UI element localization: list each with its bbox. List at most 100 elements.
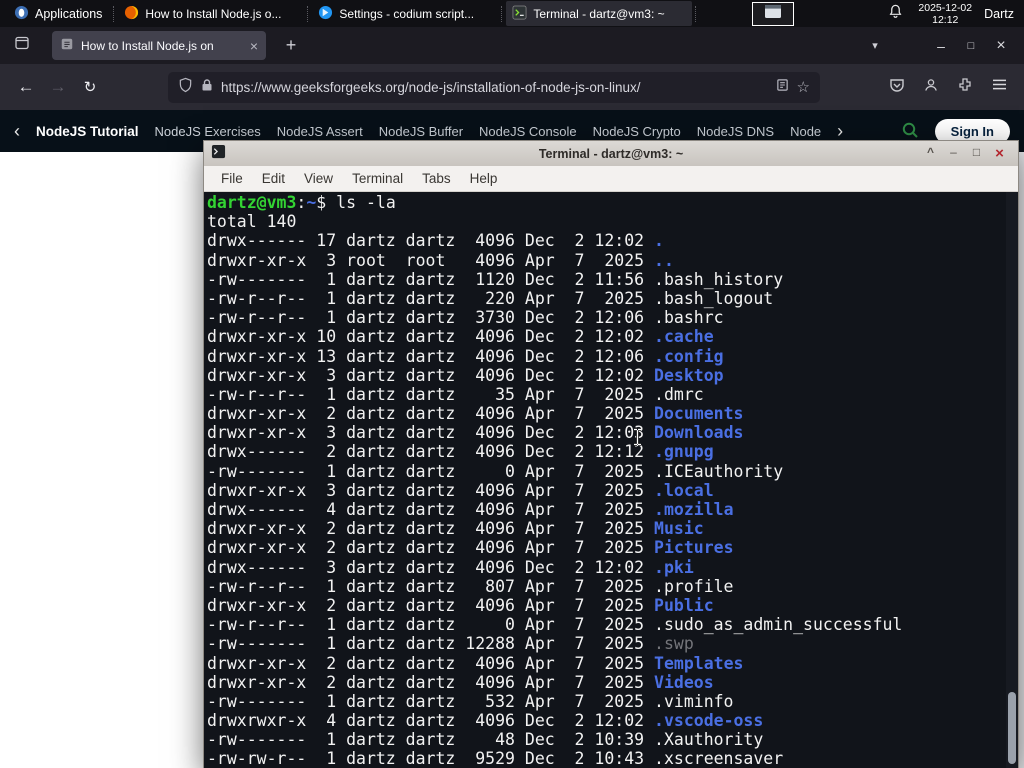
terminal-line: drwxr-xr-x 2 dartz dartz 4096 Apr 7 2025… (207, 672, 714, 692)
pocket-button[interactable] (882, 72, 912, 102)
applications-menu-button[interactable]: Applications (6, 0, 110, 27)
terminal-output: dartz@vm3:~$ ls -la total 140 drwx------ 1… (207, 193, 902, 768)
tab-bar: How to Install Node.js on × + ▾ – □ × (0, 27, 1024, 64)
terminal-content[interactable]: dartz@vm3:~$ ls -la total 140 drwx------ 1… (204, 192, 1018, 768)
terminal-maximize-button[interactable]: □ (965, 145, 988, 162)
terminal-line: drwx------ 2 dartz dartz 4096 Dec 2 12:1… (207, 442, 714, 462)
terminal-line: drwxr-xr-x 2 dartz dartz 4096 Apr 7 2025… (207, 519, 704, 539)
back-button[interactable]: ← (10, 77, 42, 97)
bookmark-star-icon[interactable]: ☆ (797, 78, 810, 96)
tray-selected-app[interactable] (752, 1, 795, 26)
menu-edit[interactable]: Edit (262, 171, 285, 186)
terminal-line: drwxr-xr-x 3 dartz dartz 4096 Dec 2 12:0… (207, 423, 744, 443)
terminal-line: drwxr-xr-x 13 dartz dartz 4096 Dec 2 12:… (207, 346, 724, 366)
terminal-shade-button[interactable]: ^ (919, 145, 942, 162)
firefox-view-button[interactable] (8, 33, 36, 59)
gfg-nav-item-assert[interactable]: NodeJS Assert (277, 124, 363, 139)
menu-tabs[interactable]: Tabs (422, 171, 451, 186)
terminal-line: drwxr-xr-x 2 dartz dartz 4096 Apr 7 2025… (207, 653, 744, 673)
desktop: Applications How to Install Node.js o...… (0, 0, 1024, 768)
forward-button[interactable]: → (42, 77, 74, 97)
gfg-nav-item-console[interactable]: NodeJS Console (479, 124, 577, 139)
gfg-nav-item-dns[interactable]: NodeJS DNS (697, 124, 774, 139)
terminal-minimize-button[interactable]: – (942, 145, 965, 162)
extensions-button[interactable] (950, 72, 980, 102)
clock-time: 12:12 (932, 13, 959, 26)
terminal-menubar: File Edit View Terminal Tabs Help (204, 166, 1018, 192)
browser-minimize-button[interactable]: – (926, 38, 956, 54)
terminal-line: -rw------- 1 dartz dartz 48 Dec 2 10:39 … (207, 730, 764, 750)
tab-close-button[interactable]: × (250, 38, 258, 54)
url-text: https://www.geeksforgeeks.org/node-js/in… (221, 79, 641, 95)
terminal-line: -rw------- 1 dartz dartz 12288 Apr 7 202… (207, 634, 694, 654)
terminal-close-button[interactable]: × (988, 145, 1011, 162)
browser-maximize-button[interactable]: □ (956, 40, 986, 52)
clock-date: 2025-12-02 (918, 1, 973, 14)
panel-separator (113, 5, 115, 22)
top-panel: Applications How to Install Node.js o...… (0, 0, 1024, 27)
terminal-line: drwxr-xr-x 3 dartz dartz 4096 Apr 7 2025… (207, 480, 714, 500)
tray-window-icon (764, 4, 782, 24)
url-bar[interactable]: https://www.geeksforgeeks.org/node-js/in… (168, 71, 820, 103)
terminal-line: -rw-r--r-- 1 dartz dartz 35 Apr 7 2025 .… (207, 384, 704, 404)
terminal-line: drwxr-xr-x 3 dartz dartz 4096 Dec 2 12:0… (207, 365, 724, 385)
new-tab-button[interactable]: + (278, 35, 304, 56)
codium-icon (318, 5, 333, 23)
terminal-scrollbar[interactable] (1006, 192, 1018, 768)
taskbar-item-label: How to Install Node.js o... (145, 6, 282, 21)
account-icon (923, 77, 939, 98)
hamburger-icon (992, 78, 1007, 96)
padlock-icon[interactable] (201, 78, 213, 97)
terminal-line: drwxr-xr-x 2 dartz dartz 4096 Apr 7 2025… (207, 538, 734, 558)
terminal-scrollbar-thumb[interactable] (1008, 692, 1016, 764)
terminal-titlebar[interactable]: Terminal - dartz@vm3: ~ ^ – □ × (204, 141, 1018, 166)
mouse-cursor (632, 428, 643, 451)
terminal-line: drwxr-xr-x 2 dartz dartz 4096 Apr 7 2025… (207, 404, 744, 424)
menu-help[interactable]: Help (470, 171, 498, 186)
browser-toolbar: ← → ↻ https://www.geeksforgeeks.org/node… (0, 64, 1024, 110)
search-button[interactable] (901, 121, 919, 142)
browser-tab[interactable]: How to Install Node.js on × (52, 31, 266, 60)
nav-scroll-right-icon[interactable]: › (837, 121, 843, 142)
terminal-line: drwxrwxr-x 4 dartz dartz 4096 Dec 2 12:0… (207, 711, 764, 731)
terminal-line: total 140 (207, 212, 297, 232)
panel-separator (695, 5, 697, 22)
panel-separator (307, 5, 309, 22)
notifications-button[interactable] (882, 4, 908, 24)
app-menu-button[interactable] (984, 72, 1014, 102)
tab-title: How to Install Node.js on (81, 38, 214, 53)
browser-close-button[interactable]: × (986, 37, 1016, 55)
taskbar-item-label: Terminal - dartz@vm3: ~ (533, 6, 665, 21)
terminal-line: -rw------- 1 dartz dartz 532 Apr 7 2025 … (207, 691, 734, 711)
applications-label: Applications (35, 6, 103, 21)
taskbar-item-terminal[interactable]: Terminal - dartz@vm3: ~ (506, 1, 693, 26)
terminal-line: drwxr-xr-x 10 dartz dartz 4096 Dec 2 12:… (207, 327, 714, 347)
toolbar-right-icons (882, 72, 1014, 102)
account-button[interactable] (916, 72, 946, 102)
terminal-line: -rw------- 1 dartz dartz 0 Apr 7 2025 .I… (207, 461, 784, 481)
gfg-nav-item-tutorial[interactable]: NodeJS Tutorial (36, 124, 139, 139)
gfg-nav-item-exercises[interactable]: NodeJS Exercises (155, 124, 261, 139)
nav-scroll-left-icon[interactable]: ‹ (14, 121, 20, 142)
menu-terminal[interactable]: Terminal (352, 171, 403, 186)
gfg-nav-item-node[interactable]: Node (790, 124, 821, 139)
reader-mode-icon[interactable] (776, 78, 789, 97)
gfg-nav-item-crypto[interactable]: NodeJS Crypto (593, 124, 681, 139)
list-all-tabs-button[interactable]: ▾ (862, 39, 888, 52)
menu-file[interactable]: File (221, 171, 243, 186)
reload-button[interactable]: ↻ (74, 78, 106, 96)
taskbar-item-label: Settings - codium script... (339, 6, 475, 21)
tracking-shield-icon[interactable] (178, 77, 193, 98)
taskbar-item-codium[interactable]: Settings - codium script... (312, 1, 498, 26)
firefox-icon (124, 5, 139, 23)
tab-favicon (60, 37, 74, 54)
terminal-line: -rw-r--r-- 1 dartz dartz 220 Apr 7 2025 … (207, 288, 774, 308)
panel-clock[interactable]: 2025-12-02 12:12 (918, 2, 972, 26)
gfg-nav-item-buffer[interactable]: NodeJS Buffer (379, 124, 463, 139)
taskbar-item-firefox[interactable]: How to Install Node.js o... (118, 1, 304, 26)
menu-view[interactable]: View (304, 171, 333, 186)
terminal-titlebar-buttons: ^ – □ × (919, 145, 1011, 162)
panel-separator (501, 5, 503, 22)
terminal-window-title: Terminal - dartz@vm3: ~ (538, 146, 684, 161)
terminal-line: drwx------ 3 dartz dartz 4096 Dec 2 12:0… (207, 557, 694, 577)
